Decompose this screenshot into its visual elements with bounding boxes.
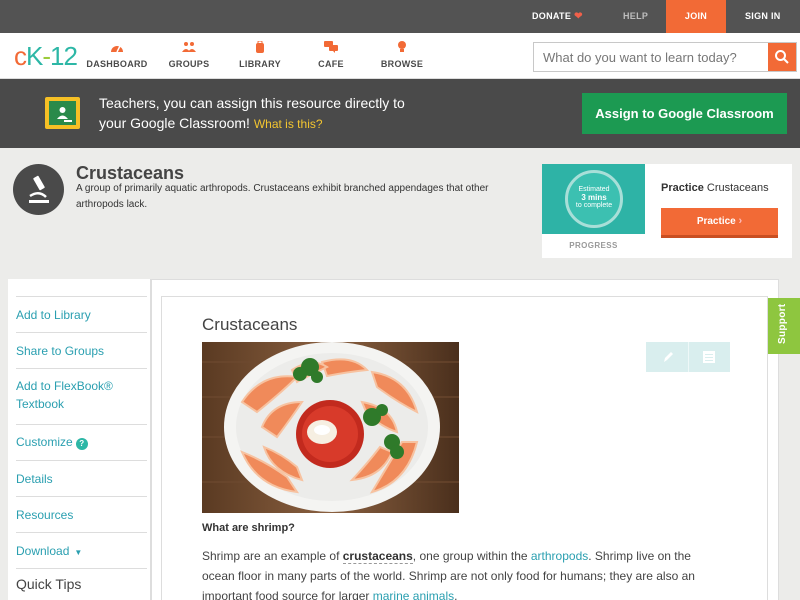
people-icon xyxy=(182,42,196,52)
para-text-2: , one group within the xyxy=(412,549,531,563)
donate-label: DONATE xyxy=(532,11,572,21)
teacher-message-line2: your Google Classroom! xyxy=(99,115,250,131)
sign-in-link[interactable]: SIGN IN xyxy=(745,0,781,33)
logo-c: c xyxy=(14,41,27,71)
assign-to-google-classroom-button[interactable]: Assign to Google Classroom xyxy=(582,93,787,134)
donate-link[interactable]: DONATE ❤ xyxy=(532,0,583,33)
para-text-4: . xyxy=(454,589,458,600)
pencil-icon[interactable] xyxy=(661,350,675,364)
practice-title-rest: Crustaceans xyxy=(706,182,769,194)
practice-button-label: Practice xyxy=(696,216,736,227)
term-crustaceans[interactable]: crustaceans xyxy=(342,549,413,564)
caret-down-icon: ▼ xyxy=(74,548,83,557)
nav-cafe[interactable]: CAFE xyxy=(296,41,366,69)
backpack-icon xyxy=(256,41,264,53)
logo-dash: - xyxy=(42,41,51,71)
sidebar-add-to-library[interactable]: Add to Library xyxy=(16,296,147,332)
gauge-icon xyxy=(111,45,123,53)
practice-progress-graphic: Estimated 3 mins to complete xyxy=(542,164,645,234)
link-marine-animals[interactable]: marine animals xyxy=(373,589,454,600)
concept-description: A group of primarily aquatic arthropods.… xyxy=(76,183,489,210)
estimated-label: Estimated xyxy=(578,186,610,193)
support-label: Support xyxy=(777,303,788,344)
nav-browse[interactable]: BROWSE xyxy=(367,41,437,69)
search-bar xyxy=(533,42,797,72)
logo-k: K xyxy=(26,41,43,71)
to-complete-label: to complete xyxy=(575,202,613,209)
help-link[interactable]: HELP xyxy=(623,0,648,33)
article-paragraph: Shrimp are an example of crustaceans, on… xyxy=(202,546,722,600)
search-button[interactable] xyxy=(768,43,796,71)
annotation-toolbar xyxy=(646,342,730,372)
practice-button[interactable]: Practice › xyxy=(661,208,778,238)
notes-icon[interactable] xyxy=(702,350,716,364)
nav-library[interactable]: LIBRARY xyxy=(225,41,295,69)
article-question: What are shrimp? xyxy=(202,522,295,534)
sidebar-customize-label: Customize xyxy=(16,435,73,449)
top-bar: DONATE ❤ HELP JOIN SIGN IN xyxy=(0,0,800,33)
lightbulb-icon xyxy=(398,41,406,52)
quick-tips-heading: Quick Tips xyxy=(16,576,82,592)
sidebar-add-to-flexbook[interactable]: Add to FlexBook® Textbook xyxy=(16,368,147,424)
main-nav: cK-12 DASHBOARD GROUPS LIBRARY CAFE BROW… xyxy=(0,33,800,79)
sidebar-download[interactable]: Download ▼ xyxy=(16,532,147,568)
join-button[interactable]: JOIN xyxy=(666,0,726,33)
sidebar-download-label: Download xyxy=(16,544,70,558)
search-icon xyxy=(775,50,789,64)
nav-groups[interactable]: GROUPS xyxy=(154,41,224,69)
sidebar-resources[interactable]: Resources xyxy=(16,496,147,532)
heart-icon: ❤ xyxy=(574,11,583,22)
sidebar-customize[interactable]: Customize? xyxy=(16,424,147,460)
support-tab[interactable]: Support xyxy=(768,298,800,354)
microscope-icon xyxy=(13,164,64,215)
ck12-logo[interactable]: cK-12 xyxy=(14,41,78,71)
teacher-message: Teachers, you can assign this resource d… xyxy=(99,93,449,134)
estimated-mins: 3 mins xyxy=(581,193,607,202)
estimated-time-badge: Estimated 3 mins to complete xyxy=(565,170,623,228)
progress-label: PROGRESS xyxy=(569,241,618,250)
sidebar-share-to-groups[interactable]: Share to Groups xyxy=(16,332,147,368)
article-title: Crustaceans xyxy=(202,315,298,334)
link-arthropods[interactable]: arthropods xyxy=(531,549,588,563)
nav-cafe-label: CAFE xyxy=(318,59,344,69)
practice-title: Practice Crustaceans xyxy=(661,182,769,194)
logo-12: 12 xyxy=(50,41,78,71)
nav-browse-label: BROWSE xyxy=(380,59,424,69)
search-input[interactable] xyxy=(534,43,768,71)
toolbar-divider xyxy=(688,342,689,372)
practice-card: Estimated 3 mins to complete PROGRESS Pr… xyxy=(542,164,792,258)
teacher-message-line1: Teachers, you can assign this resource d… xyxy=(99,95,405,111)
nav-dashboard-label: DASHBOARD xyxy=(86,59,148,69)
practice-title-bold: Practice xyxy=(661,182,704,194)
sidebar-divider xyxy=(16,568,147,569)
sidebar-details[interactable]: Details xyxy=(16,460,147,496)
shrimp-cocktail-image xyxy=(202,342,459,513)
chat-icon xyxy=(324,41,338,53)
para-text-1: Shrimp are an example of xyxy=(202,549,343,563)
chevron-right-icon: › xyxy=(738,215,743,227)
help-icon[interactable]: ? xyxy=(75,438,88,450)
nav-library-label: LIBRARY xyxy=(239,59,281,69)
google-classroom-icon xyxy=(45,97,80,129)
nav-groups-label: GROUPS xyxy=(168,59,210,69)
nav-dashboard[interactable]: DASHBOARD xyxy=(82,41,152,69)
resource-sidebar: Add to Library Share to Groups Add to Fl… xyxy=(8,279,151,600)
what-is-this-link[interactable]: What is this? xyxy=(254,117,323,131)
